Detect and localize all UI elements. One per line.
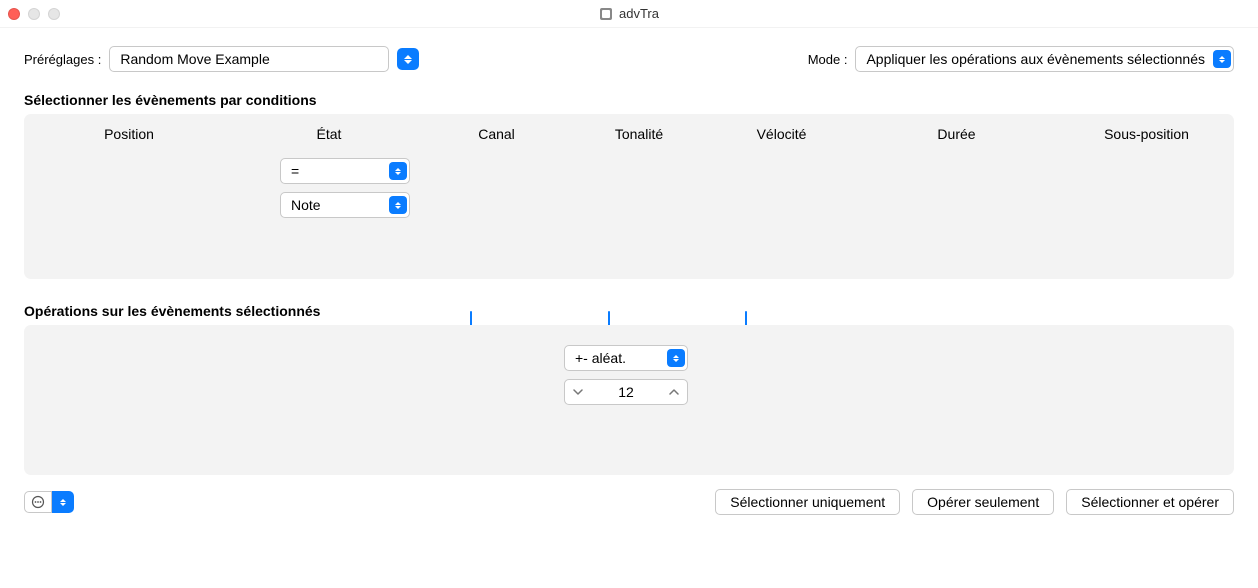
operation-mode-select[interactable]: +- aléat.	[564, 345, 688, 371]
chevron-down-icon	[404, 60, 412, 64]
chevron-down-icon	[60, 503, 66, 506]
operations-panel: +- aléat. 12	[24, 325, 1234, 475]
mode-dropdown-arrow	[1213, 50, 1231, 68]
operation-amount-stepper[interactable]: 12	[564, 379, 688, 405]
window-title: advTra	[619, 6, 659, 21]
bottom-bar: Sélectionner uniquement Opérer seulement…	[24, 489, 1234, 515]
chevron-up-icon	[395, 168, 401, 171]
mode-label: Mode :	[808, 52, 848, 67]
mode-group: Mode : Appliquer les opérations aux évèn…	[808, 46, 1234, 72]
operation-mode-value: +- aléat.	[575, 350, 626, 366]
presets-label: Préréglages :	[24, 52, 101, 67]
minimize-button[interactable]	[28, 8, 40, 20]
chevron-down-icon	[1219, 60, 1225, 63]
bottom-right-group: Sélectionner uniquement Opérer seulement…	[715, 489, 1234, 515]
mode-value: Appliquer les opérations aux évènements …	[866, 51, 1205, 67]
col-etat: État	[234, 126, 424, 142]
select-and-operate-label: Sélectionner et opérer	[1081, 494, 1219, 510]
close-button[interactable]	[8, 8, 20, 20]
operation-controls: +- aléat. 12	[564, 345, 688, 405]
top-row: Préréglages : Mode : Appliquer les opéra…	[24, 46, 1234, 72]
col-sous-position: Sous-position	[1059, 126, 1234, 142]
traffic-lights	[8, 8, 60, 20]
condition-type-select[interactable]: Note	[280, 192, 410, 218]
operate-only-button[interactable]: Opérer seulement	[912, 489, 1054, 515]
select-and-operate-button[interactable]: Sélectionner et opérer	[1066, 489, 1234, 515]
dropdown-arrow-icon	[667, 349, 685, 367]
maximize-button[interactable]	[48, 8, 60, 20]
condition-operator-value: =	[291, 163, 299, 179]
mode-select[interactable]: Appliquer les opérations aux évènements …	[855, 46, 1234, 72]
col-canal: Canal	[424, 126, 569, 142]
dropdown-arrow-icon	[389, 196, 407, 214]
chevron-up-icon	[673, 355, 679, 358]
chevron-up-icon	[1219, 56, 1225, 59]
chevron-down-icon	[395, 206, 401, 209]
chevron-up-icon	[404, 55, 412, 59]
conditions-section-title: Sélectionner les évènements par conditio…	[24, 92, 1234, 108]
conditions-panel: Position État Canal Tonalité Vélocité Du…	[24, 114, 1234, 279]
ellipsis-icon	[31, 495, 45, 509]
dropdown-arrow-icon	[389, 162, 407, 180]
operate-only-label: Opérer seulement	[927, 494, 1039, 510]
presets-group: Préréglages :	[24, 46, 419, 72]
stepper-down-icon[interactable]	[573, 387, 583, 398]
col-position: Position	[24, 126, 234, 142]
chevron-down-icon	[673, 359, 679, 362]
options-button[interactable]	[24, 491, 52, 513]
window-title-area: advTra	[8, 6, 1250, 21]
condition-type-value: Note	[291, 197, 321, 213]
titlebar: advTra	[0, 0, 1258, 28]
stepper-up-icon[interactable]	[669, 387, 679, 398]
chevron-down-icon	[395, 172, 401, 175]
select-only-label: Sélectionner uniquement	[730, 494, 885, 510]
select-only-button[interactable]: Sélectionner uniquement	[715, 489, 900, 515]
presets-field[interactable]	[109, 46, 389, 72]
chevron-up-icon	[395, 202, 401, 205]
content: Préréglages : Mode : Appliquer les opéra…	[0, 28, 1258, 533]
column-headers: Position État Canal Tonalité Vélocité Du…	[24, 114, 1234, 152]
col-velocite: Vélocité	[709, 126, 854, 142]
chevron-up-icon	[60, 499, 66, 502]
col-duree: Durée	[854, 126, 1059, 142]
app-icon	[599, 7, 613, 21]
condition-operator-select[interactable]: =	[280, 158, 410, 184]
options-dropdown-button[interactable]	[52, 491, 74, 513]
operations-section-title: Opérations sur les évènements sélectionn…	[24, 303, 1234, 319]
presets-dropdown-button[interactable]	[397, 48, 419, 70]
col-tonalite: Tonalité	[569, 126, 709, 142]
condition-controls: = Note	[280, 158, 410, 218]
bottom-left-group	[24, 491, 74, 513]
operation-amount-value: 12	[618, 384, 634, 400]
